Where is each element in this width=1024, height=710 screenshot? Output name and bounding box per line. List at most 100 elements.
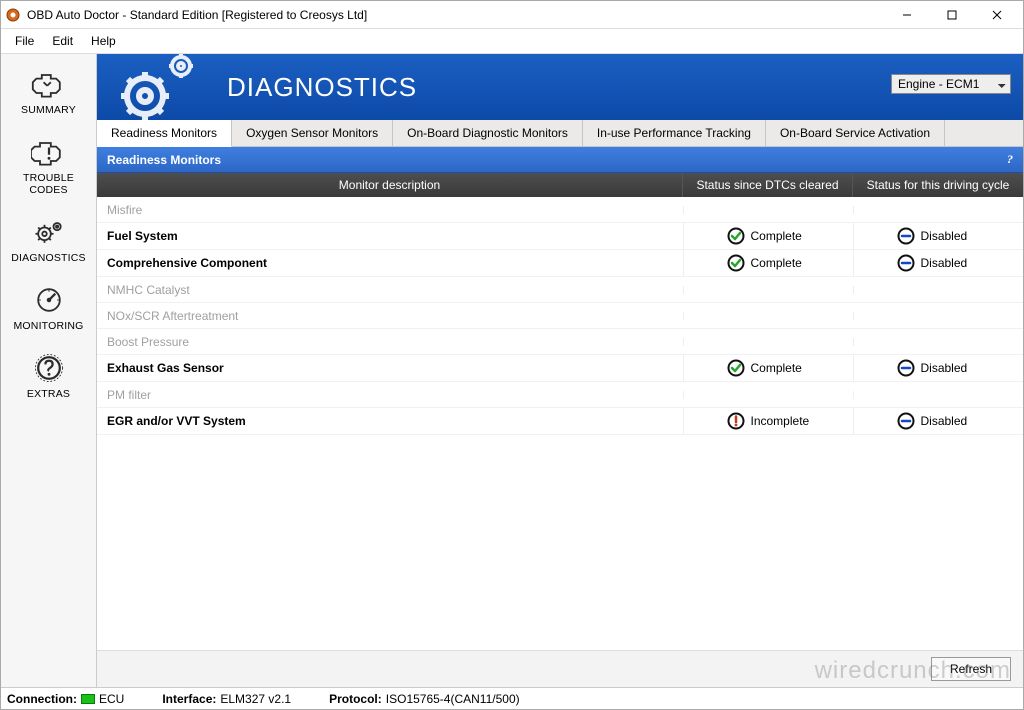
status-text: Incomplete — [751, 414, 811, 428]
status-text: Disabled — [921, 256, 981, 270]
sidebar: SUMMARY TROUBLE CODES DIAGNOS — [1, 54, 97, 687]
col-monitor-description: Monitor description — [97, 173, 683, 197]
tab-onboard-diagnostic-monitors[interactable]: On-Board Diagnostic Monitors — [393, 120, 583, 146]
question-circle-icon — [31, 352, 67, 384]
status-since-dtcs: Incomplete — [683, 408, 853, 434]
status-text: Disabled — [921, 414, 981, 428]
table-header: Monitor description Status since DTCs cl… — [97, 173, 1023, 197]
sidebar-label-diagnostics: DIAGNOSTICS — [11, 252, 86, 264]
monitor-name: Exhaust Gas Sensor — [97, 356, 683, 380]
close-icon — [992, 10, 1002, 20]
status-text: Complete — [751, 229, 811, 243]
status-this-cycle — [853, 338, 1023, 346]
complete-status-icon — [727, 254, 745, 272]
status-connection: Connection: ECU — [7, 692, 124, 706]
status-since-dtcs — [683, 312, 853, 320]
table-row: EGR and/or VVT System Incomplete Disable… — [97, 408, 1023, 435]
table-body: Misfire Fuel System Complete Disabled Co… — [97, 197, 1023, 650]
sidebar-label-summary: SUMMARY — [21, 104, 76, 116]
status-since-dtcs — [683, 286, 853, 294]
status-this-cycle: Disabled — [853, 355, 1023, 381]
status-since-dtcs — [683, 338, 853, 346]
sidebar-label-trouble: TROUBLE CODES — [3, 172, 94, 196]
status-text: Complete — [751, 361, 811, 375]
menu-edit[interactable]: Edit — [44, 31, 81, 51]
table-row: NOx/SCR Aftertreatment — [97, 303, 1023, 329]
help-icon[interactable]: ? — [1007, 152, 1013, 167]
gauge-icon — [31, 284, 67, 316]
status-text: Complete — [751, 256, 811, 270]
status-this-cycle: Disabled — [853, 223, 1023, 249]
table-row: Fuel System Complete Disabled — [97, 223, 1023, 250]
monitor-name: PM filter — [97, 383, 683, 407]
status-since-dtcs: Complete — [683, 250, 853, 276]
monitor-name: Comprehensive Component — [97, 251, 683, 275]
sidebar-item-monitoring[interactable]: MONITORING — [1, 274, 96, 342]
sidebar-item-summary[interactable]: SUMMARY — [1, 58, 96, 126]
table-row: Exhaust Gas Sensor Complete Disabled — [97, 355, 1023, 382]
refresh-button[interactable]: Refresh — [931, 657, 1011, 681]
sidebar-label-monitoring: MONITORING — [13, 320, 83, 332]
tab-readiness-monitors[interactable]: Readiness Monitors — [97, 120, 232, 147]
page-title: DIAGNOSTICS — [227, 72, 417, 103]
status-interface: Interface: ELM327 v2.1 — [162, 692, 291, 706]
disabled-status-icon — [897, 254, 915, 272]
sidebar-item-diagnostics[interactable]: DIAGNOSTICS — [1, 206, 96, 274]
monitor-name: EGR and/or VVT System — [97, 409, 683, 433]
disabled-status-icon — [897, 227, 915, 245]
menubar: File Edit Help — [1, 29, 1023, 54]
complete-status-icon — [727, 359, 745, 377]
status-this-cycle — [853, 391, 1023, 399]
status-since-dtcs — [683, 206, 853, 214]
window-maximize-button[interactable] — [929, 1, 974, 29]
minimize-icon — [902, 10, 912, 20]
monitor-name: NOx/SCR Aftertreatment — [97, 304, 683, 328]
incomplete-status-icon — [727, 412, 745, 430]
monitor-name: Boost Pressure — [97, 330, 683, 354]
tabs: Readiness Monitors Oxygen Sensor Monitor… — [97, 120, 1023, 147]
status-since-dtcs — [683, 391, 853, 399]
section-header: Readiness Monitors ? — [97, 147, 1023, 173]
table-row: Boost Pressure — [97, 329, 1023, 355]
tab-inuse-performance-tracking[interactable]: In-use Performance Tracking — [583, 120, 766, 146]
menu-file[interactable]: File — [7, 31, 42, 51]
window-close-button[interactable] — [974, 1, 1019, 29]
statusbar: Connection: ECU Interface: ELM327 v2.1 P… — [1, 687, 1023, 709]
page-banner: DIAGNOSTICS Engine - ECM1 — [97, 54, 1023, 120]
ecu-select[interactable]: Engine - ECM1 — [891, 74, 1011, 94]
banner-gears-icon — [103, 52, 223, 122]
disabled-status-icon — [897, 412, 915, 430]
disabled-status-icon — [897, 359, 915, 377]
window-title: OBD Auto Doctor - Standard Edition [Regi… — [27, 8, 884, 22]
tab-onboard-service-activation[interactable]: On-Board Service Activation — [766, 120, 945, 146]
maximize-icon — [947, 10, 957, 20]
section-title: Readiness Monitors — [107, 153, 221, 167]
engine-alert-icon — [31, 136, 67, 168]
table-row: Misfire — [97, 197, 1023, 223]
status-this-cycle: Disabled — [853, 250, 1023, 276]
status-this-cycle — [853, 312, 1023, 320]
complete-status-icon — [727, 227, 745, 245]
table-row: NMHC Catalyst — [97, 277, 1023, 303]
status-connection-value: ECU — [99, 692, 124, 706]
tab-oxygen-sensor-monitors[interactable]: Oxygen Sensor Monitors — [232, 120, 393, 146]
app-icon — [5, 7, 21, 23]
gears-icon — [31, 216, 67, 248]
sidebar-label-extras: EXTRAS — [27, 388, 70, 400]
connection-led-icon — [81, 694, 95, 704]
status-text: Disabled — [921, 229, 981, 243]
window-titlebar: OBD Auto Doctor - Standard Edition [Regi… — [1, 1, 1023, 29]
content-area: DIAGNOSTICS Engine - ECM1 Readiness Moni… — [97, 54, 1023, 687]
status-interface-label: Interface: — [162, 692, 216, 706]
monitor-name: Misfire — [97, 198, 683, 222]
monitor-name: Fuel System — [97, 224, 683, 248]
status-text: Disabled — [921, 361, 981, 375]
status-protocol-value: ISO15765-4(CAN11/500) — [386, 692, 520, 706]
sidebar-item-trouble-codes[interactable]: TROUBLE CODES — [1, 126, 96, 206]
window-minimize-button[interactable] — [884, 1, 929, 29]
menu-help[interactable]: Help — [83, 31, 124, 51]
table-row: Comprehensive Component Complete Disable… — [97, 250, 1023, 277]
sidebar-item-extras[interactable]: EXTRAS — [1, 342, 96, 410]
action-bar: wiredcrunch.com Refresh — [97, 650, 1023, 687]
table-row: PM filter — [97, 382, 1023, 408]
